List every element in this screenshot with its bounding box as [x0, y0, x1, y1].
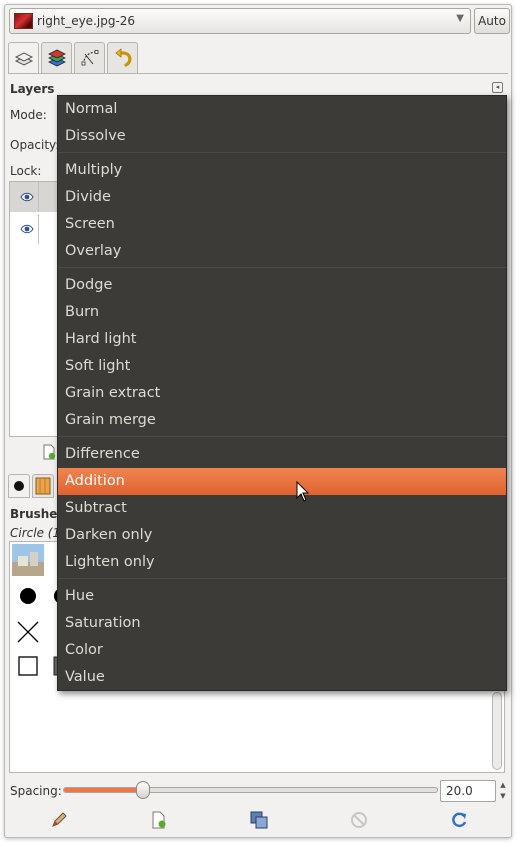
brush-tabs [8, 474, 54, 498]
auto-button[interactable]: Auto [474, 8, 510, 34]
square-brush-icon [18, 656, 38, 676]
eye-icon[interactable] [20, 190, 34, 204]
delete-brush-icon [351, 812, 367, 828]
menu-separator [58, 436, 506, 437]
menu-item-dodge[interactable]: Dodge [58, 272, 506, 299]
delete-brush-button[interactable] [349, 810, 369, 830]
panel-menu-icon[interactable]: ◂ [492, 82, 503, 93]
mode-label: Mode: [10, 108, 47, 122]
menu-item-grain-merge[interactable]: Grain merge [58, 407, 506, 434]
image-name: right_eye.jpg-26 [37, 14, 136, 28]
menu-item-saturation[interactable]: Saturation [58, 610, 506, 637]
menu-item-subtract[interactable]: Subtract [58, 495, 506, 522]
brush-name: Circle (1 [10, 526, 61, 540]
slider-fill [64, 788, 143, 792]
menu-item-addition[interactable]: Addition [58, 468, 506, 495]
new-layer-icon[interactable] [41, 444, 57, 460]
undo-history-icon [114, 48, 131, 67]
menu-item-burn[interactable]: Burn [58, 299, 506, 326]
slider-handle[interactable] [136, 781, 150, 799]
channels-icon [47, 49, 66, 67]
menu-item-dissolve[interactable]: Dissolve [58, 123, 506, 150]
spin-arrows[interactable]: ▲ ▼ [497, 780, 509, 802]
layers-icon [14, 51, 33, 66]
spacing-input[interactable]: 20.0 [440, 780, 496, 802]
spacing-label: Spacing: [10, 784, 62, 798]
edit-brush-icon [52, 812, 67, 827]
brush-circle-icon [14, 481, 24, 491]
image-brush-icon [12, 544, 44, 576]
menu-item-darken-only[interactable]: Darken only [58, 522, 506, 549]
column-separator [38, 182, 39, 212]
tab-separator [8, 73, 508, 74]
duplicate-brush-icon [250, 811, 268, 829]
menu-item-hue[interactable]: Hue [58, 583, 506, 610]
menu-item-screen[interactable]: Screen [58, 211, 506, 238]
menu-item-hard-light[interactable]: Hard light [58, 326, 506, 353]
brush-thumbnail[interactable] [12, 580, 44, 612]
edit-brush-button[interactable] [49, 810, 69, 830]
menu-item-normal[interactable]: Normal [58, 96, 506, 123]
chevron-down-icon: ▼ [456, 13, 464, 24]
paths-icon [81, 50, 98, 66]
menu-item-soft-light[interactable]: Soft light [58, 353, 506, 380]
dock-tabs [8, 42, 138, 74]
cross-brush-icon [17, 621, 39, 643]
refresh-brushes-icon [452, 812, 467, 828]
image-selector[interactable]: right_eye.jpg-26 ▼ [9, 8, 471, 34]
menu-item-color[interactable]: Color [58, 637, 506, 664]
refresh-brushes-button[interactable] [449, 810, 469, 830]
menu-item-difference[interactable]: Difference [58, 441, 506, 468]
tab-patterns[interactable] [32, 474, 54, 498]
menu-item-divide[interactable]: Divide [58, 184, 506, 211]
tab-channels[interactable] [41, 42, 72, 73]
new-brush-button[interactable] [149, 810, 169, 830]
menu-item-grain-extract[interactable]: Grain extract [58, 380, 506, 407]
bottom-actions [5, 810, 513, 832]
mouse-pointer-icon [296, 481, 310, 502]
brush-thumbnail[interactable] [12, 616, 44, 648]
tab-layers[interactable] [8, 42, 39, 74]
scrollbar[interactable] [492, 692, 502, 770]
new-brush-icon [152, 811, 166, 829]
spacing-slider[interactable] [63, 781, 438, 799]
lock-label: Lock: [10, 164, 42, 178]
brush-thumbnail[interactable] [12, 650, 44, 682]
tab-brushes[interactable] [8, 474, 30, 498]
brush-thumbnail[interactable] [12, 544, 44, 576]
menu-item-value[interactable]: Value [58, 664, 506, 691]
layer-mode-menu[interactable]: Normal Dissolve Multiply Divide Screen Overla… [57, 95, 507, 691]
menu-item-multiply[interactable]: Multiply [58, 157, 506, 184]
eye-icon[interactable] [20, 222, 34, 236]
menu-item-lighten-only[interactable]: Lighten only [58, 549, 506, 576]
opacity-label: Opacity: [10, 138, 60, 152]
tab-undo-history[interactable] [107, 42, 138, 73]
duplicate-brush-button[interactable] [249, 810, 269, 830]
tab-paths[interactable] [74, 42, 105, 73]
column-separator [38, 214, 39, 244]
menu-separator [58, 578, 506, 579]
circle-brush-icon [20, 588, 36, 604]
image-thumbnail [14, 13, 33, 29]
menu-separator [58, 152, 506, 153]
pattern-icon [35, 477, 51, 495]
panel-title: Layers [10, 82, 55, 96]
menu-item-overlay[interactable]: Overlay [58, 238, 506, 265]
menu-separator [58, 267, 506, 268]
